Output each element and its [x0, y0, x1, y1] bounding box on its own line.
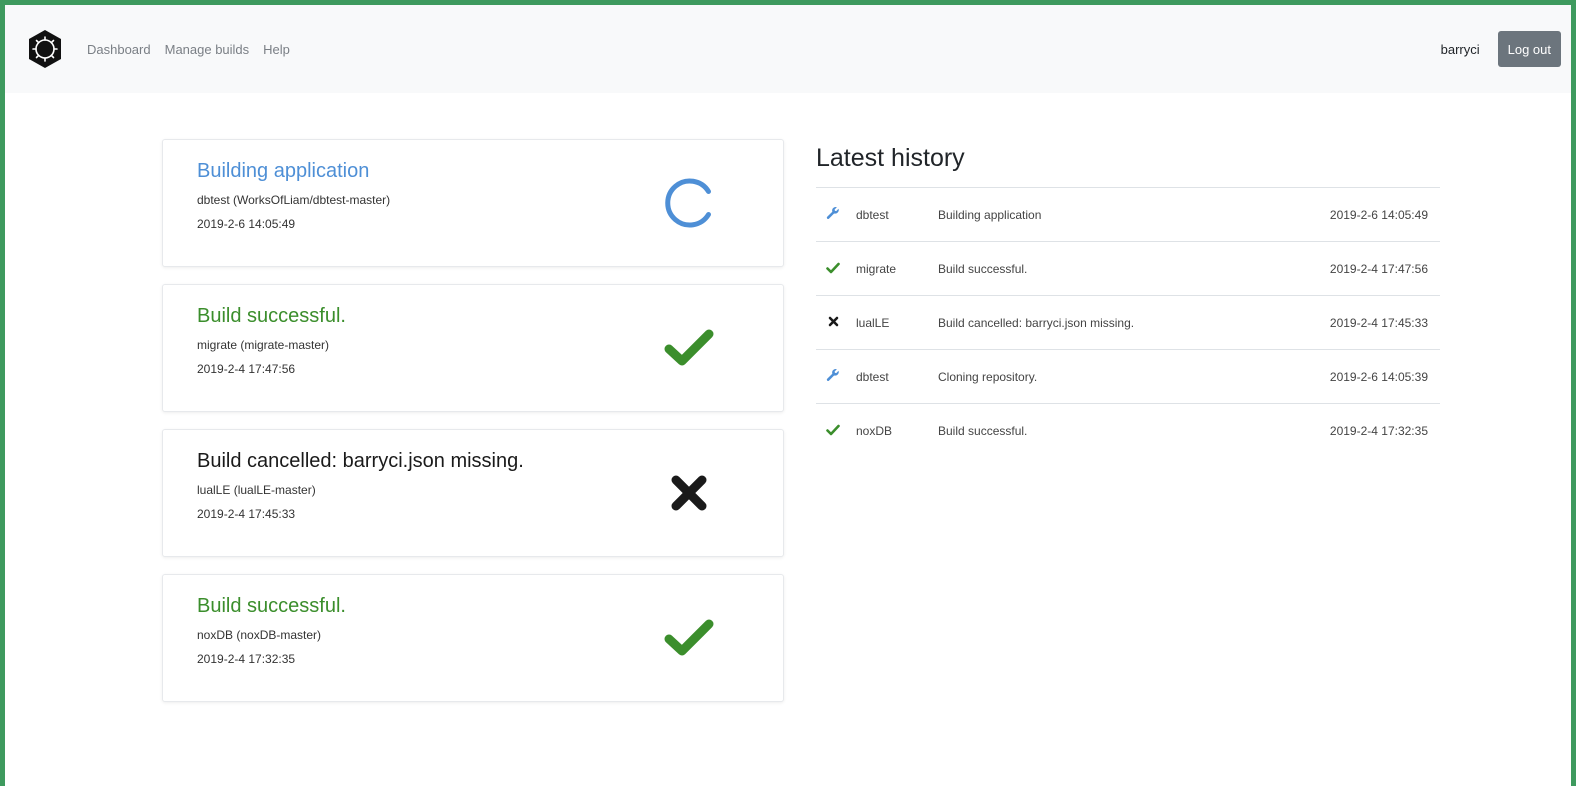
- table-row[interactable]: migrate Build successful. 2019-2-4 17:47…: [816, 241, 1440, 296]
- history-time: 2019-2-6 14:05:49: [1329, 207, 1428, 222]
- check-icon: [826, 261, 840, 275]
- history-message: Build successful.: [938, 423, 1028, 438]
- navbar: Dashboard Manage builds Help barryci Log…: [5, 5, 1571, 93]
- check-icon: [659, 608, 719, 668]
- table-row[interactable]: noxDB Build successful. 2019-2-4 17:32:3…: [816, 403, 1440, 458]
- history-time: 2019-2-4 17:45:33: [1329, 315, 1428, 330]
- history-title: Latest history: [816, 144, 965, 172]
- nav-link-dashboard[interactable]: Dashboard: [87, 42, 151, 57]
- x-icon: [826, 315, 840, 329]
- history-message: Building application: [938, 207, 1042, 222]
- latest-history: Latest history dbtest Building applicati…: [816, 141, 1440, 458]
- nav-user-area: barryci Log out: [1441, 31, 1561, 67]
- check-icon: [659, 318, 719, 378]
- history-time: 2019-2-4 17:32:35: [1329, 423, 1428, 438]
- history-name: dbtest: [856, 369, 889, 384]
- barryci-logo-icon[interactable]: [23, 27, 67, 71]
- history-name: dbtest: [856, 207, 889, 222]
- wrench-icon: [826, 206, 840, 220]
- table-row[interactable]: dbtest Building application 2019-2-6 14:…: [816, 187, 1440, 242]
- spinner-icon: [659, 173, 719, 233]
- nav-link-manage-builds[interactable]: Manage builds: [165, 42, 250, 57]
- nav-links: Dashboard Manage builds Help: [87, 42, 290, 57]
- nav-link-help[interactable]: Help: [263, 42, 290, 57]
- logout-button[interactable]: Log out: [1497, 31, 1561, 67]
- history-table: dbtest Building application 2019-2-6 14:…: [816, 187, 1440, 458]
- history-name: noxDB: [856, 423, 893, 438]
- build-card[interactable]: Build successful. migrate (migrate-maste…: [162, 284, 784, 412]
- app-frame: Dashboard Manage builds Help barryci Log…: [0, 0, 1576, 786]
- history-name: migrate: [856, 261, 897, 276]
- x-icon: [659, 463, 719, 523]
- history-message: Cloning repository.: [938, 369, 1038, 384]
- table-row[interactable]: lualLE Build cancelled: barryci.json mis…: [816, 295, 1440, 350]
- build-cards: Building application dbtest (WorksOfLiam…: [162, 139, 784, 719]
- history-message: Build successful.: [938, 261, 1028, 276]
- build-card[interactable]: Build successful. noxDB (noxDB-master) 2…: [162, 574, 784, 702]
- history-time: 2019-2-6 14:05:39: [1329, 369, 1428, 384]
- history-name: lualLE: [856, 315, 890, 330]
- history-time: 2019-2-4 17:47:56: [1329, 261, 1428, 276]
- history-message: Build cancelled: barryci.json missing.: [938, 315, 1135, 330]
- build-card[interactable]: Build cancelled: barryci.json missing. l…: [162, 429, 784, 557]
- build-card[interactable]: Building application dbtest (WorksOfLiam…: [162, 139, 784, 267]
- username: barryci: [1440, 41, 1480, 57]
- table-row[interactable]: dbtest Cloning repository. 2019-2-6 14:0…: [816, 349, 1440, 404]
- check-icon: [826, 423, 840, 437]
- wrench-icon: [826, 368, 840, 382]
